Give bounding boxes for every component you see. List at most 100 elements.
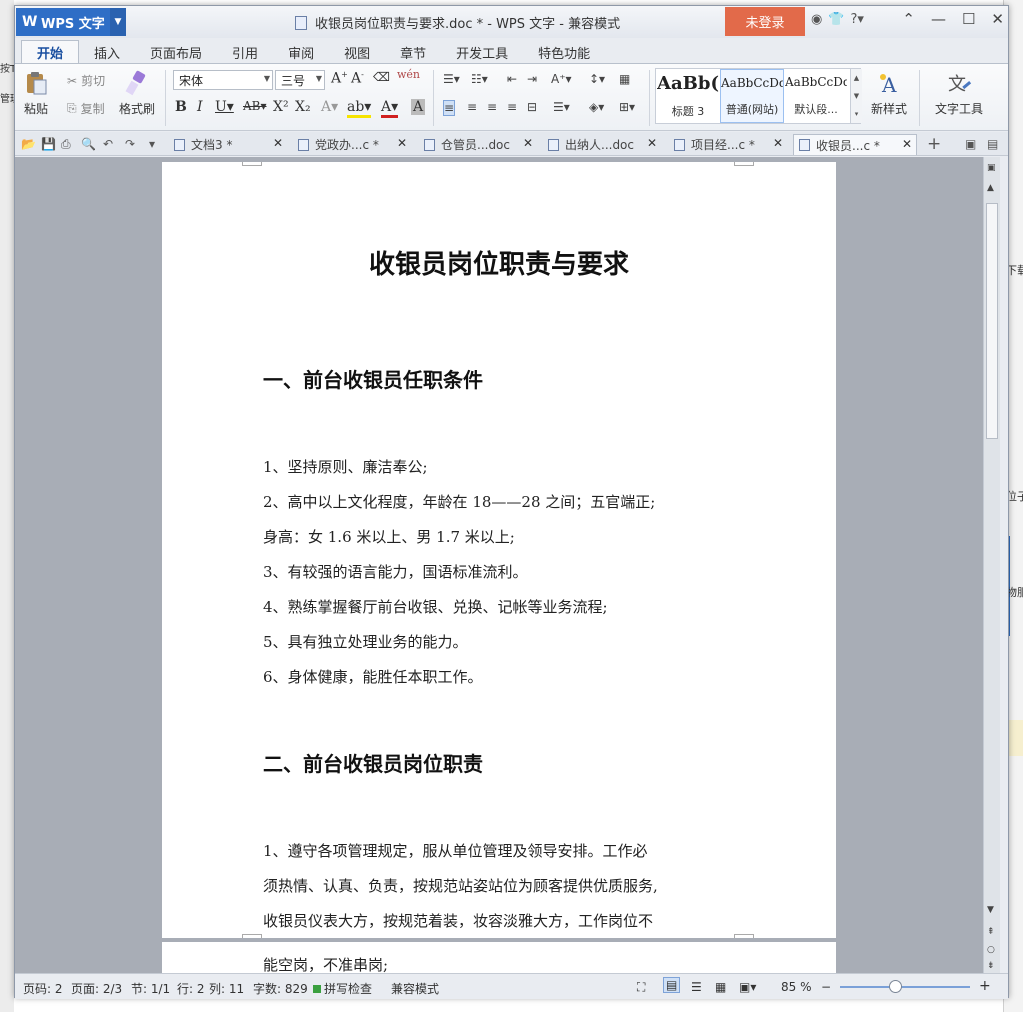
- status-col[interactable]: 列: 11: [209, 980, 244, 997]
- tab-list-icon[interactable]: ▣: [965, 137, 976, 151]
- web-view-icon[interactable]: ▦: [715, 980, 726, 994]
- paste-button[interactable]: 粘贴: [23, 64, 49, 117]
- paragraph-line[interactable]: 1、坚持原则、廉洁奉公;: [263, 456, 428, 477]
- char-shading-icon[interactable]: A: [411, 99, 426, 115]
- maximize-icon[interactable]: ☐: [962, 10, 975, 28]
- split-view-icon[interactable]: ▣: [987, 163, 996, 173]
- subscript-icon[interactable]: X₂: [295, 99, 311, 115]
- status-page[interactable]: 页码: 2: [23, 980, 63, 997]
- reading-view-icon[interactable]: ▣▾: [739, 980, 756, 994]
- paragraph-line[interactable]: 2、高中以上文化程度，年龄在 18——28 之间；五官端正;: [263, 491, 655, 512]
- table-icon[interactable]: ▦: [619, 72, 630, 86]
- page-view-icon[interactable]: ▤: [663, 977, 681, 993]
- close-icon[interactable]: ✕: [397, 136, 407, 150]
- scroll-up-icon[interactable]: ▲: [987, 183, 994, 193]
- paragraph-line[interactable]: 5、具有独立处理业务的能力。: [263, 631, 468, 652]
- zoom-slider-handle[interactable]: [889, 980, 902, 993]
- doc-tab[interactable]: 党政办...c * ✕: [293, 134, 411, 155]
- cut-button[interactable]: ✂ 剪切: [67, 72, 105, 89]
- print-preview-icon[interactable]: 🔍: [81, 137, 96, 151]
- tab-references[interactable]: 引用: [217, 40, 273, 64]
- line-spacing-icon[interactable]: ☰▾: [553, 100, 570, 114]
- tab-menu-icon[interactable]: ▤: [987, 137, 998, 151]
- previous-page-icon[interactable]: ⇞: [987, 927, 995, 937]
- tab-view[interactable]: 视图: [329, 40, 385, 64]
- skin-icon[interactable]: ◉: [811, 12, 822, 27]
- status-section[interactable]: 节: 1/1: [131, 980, 170, 997]
- decrease-indent-icon[interactable]: ⇤: [507, 72, 517, 86]
- section-heading[interactable]: 一、前台收银员任职条件: [263, 364, 483, 393]
- chinese-layout-icon[interactable]: A⁺▾: [551, 72, 572, 86]
- new-style-button[interactable]: A 新样式: [871, 64, 907, 117]
- section-heading[interactable]: 二、前台收银员岗位职责: [263, 748, 483, 777]
- superscript-icon[interactable]: X²: [273, 99, 289, 115]
- zoom-slider[interactable]: [840, 986, 970, 988]
- zoom-in-icon[interactable]: +: [979, 978, 991, 994]
- fit-page-icon[interactable]: ⛶: [637, 980, 645, 995]
- close-icon[interactable]: ✕: [273, 136, 283, 150]
- document-page-next[interactable]: 能空岗，不准串岗;: [162, 942, 836, 973]
- scrollbar-thumb[interactable]: [986, 203, 998, 439]
- increase-indent-icon[interactable]: ⇥: [527, 72, 537, 86]
- redo-icon[interactable]: ↷: [125, 137, 135, 151]
- minimize-icon[interactable]: —: [931, 10, 946, 28]
- collapse-ribbon-icon[interactable]: ⌃: [902, 10, 915, 28]
- tab-chapter[interactable]: 章节: [385, 40, 441, 64]
- style-normal-web[interactable]: AaBbCcDd 普通(网站): [720, 69, 784, 123]
- zoom-level[interactable]: 85 %: [781, 980, 812, 994]
- doc-tab[interactable]: 项目经...c * ✕: [669, 134, 787, 155]
- text-tools-button[interactable]: 文 文字工具: [935, 64, 983, 117]
- open-icon[interactable]: 📂: [21, 137, 36, 151]
- align-right-icon[interactable]: ≡: [487, 100, 497, 114]
- login-button[interactable]: 未登录: [725, 7, 805, 36]
- text-effect-icon[interactable]: A▾: [321, 99, 338, 115]
- chevron-up-icon[interactable]: ▲: [854, 74, 859, 82]
- close-icon[interactable]: ✕: [902, 137, 912, 151]
- expand-icon[interactable]: ▾: [855, 110, 859, 118]
- doc-tab[interactable]: 仓管员...doc ✕: [419, 134, 537, 155]
- tab-developer[interactable]: 开发工具: [441, 40, 523, 64]
- browse-object-icon[interactable]: ○: [987, 945, 995, 955]
- close-icon[interactable]: ✕: [991, 10, 1004, 28]
- paragraph-line[interactable]: 3、有较强的语言能力，国语标准流利。: [263, 561, 528, 582]
- outline-view-icon[interactable]: ☰: [691, 980, 702, 994]
- justify-icon[interactable]: ≡: [507, 100, 517, 114]
- doc-tab[interactable]: 文档3 * ✕: [169, 134, 287, 155]
- document-title[interactable]: 收银员岗位职责与要求: [162, 244, 836, 281]
- paragraph-line[interactable]: 须热情、认真、负责，按规范站姿站位为顾客提供优质服务,: [263, 875, 658, 896]
- scroll-down-icon[interactable]: ▼: [987, 905, 994, 915]
- paragraph-line[interactable]: 6、身体健康，能胜任本职工作。: [263, 666, 483, 687]
- spell-check-toggle[interactable]: 拼写检查: [313, 980, 372, 997]
- next-page-icon[interactable]: ⇟: [987, 961, 995, 971]
- highlight-icon[interactable]: ab▾: [347, 99, 372, 118]
- copy-button[interactable]: ⎘ 复制: [67, 100, 105, 117]
- numbered-list-icon[interactable]: ☷▾: [471, 72, 488, 86]
- underline-icon[interactable]: U▾: [215, 99, 234, 115]
- zoom-out-icon[interactable]: −: [821, 980, 831, 994]
- document-page[interactable]: 收银员岗位职责与要求 一、前台收银员任职条件 1、坚持原则、廉洁奉公; 2、高中…: [162, 162, 836, 938]
- clear-format-icon[interactable]: ⌫: [373, 70, 390, 84]
- new-tab-icon[interactable]: +: [927, 134, 941, 154]
- chevron-down-icon[interactable]: ▼: [854, 92, 859, 100]
- distribute-icon[interactable]: ⊟: [527, 100, 537, 114]
- sort-icon[interactable]: ↕▾: [589, 72, 605, 86]
- font-name-select[interactable]: 宋体 ▼: [173, 70, 273, 90]
- close-icon[interactable]: ✕: [647, 136, 657, 150]
- format-painter-button[interactable]: 格式刷: [119, 64, 155, 117]
- phonetic-icon[interactable]: wén: [397, 68, 420, 81]
- tab-review[interactable]: 审阅: [273, 40, 329, 64]
- style-gallery-scroll[interactable]: ▲ ▼ ▾: [850, 69, 862, 123]
- style-default-para[interactable]: AaBbCcDd 默认段...: [784, 69, 848, 123]
- status-pages[interactable]: 页面: 2/3: [71, 980, 122, 997]
- save-icon[interactable]: 💾: [41, 137, 56, 151]
- print-icon[interactable]: ⎙: [61, 137, 71, 152]
- doc-tab-active[interactable]: 收银员...c * ✕: [793, 134, 917, 155]
- shrink-font-icon[interactable]: A-: [351, 70, 364, 87]
- align-center-icon[interactable]: ≡: [467, 100, 477, 114]
- shirt-icon[interactable]: 👕: [828, 12, 844, 27]
- paragraph-line[interactable]: 1、遵守各项管理规定，服从单位管理及领导安排。工作必: [263, 840, 648, 861]
- bullet-list-icon[interactable]: ☰▾: [443, 72, 460, 86]
- italic-icon[interactable]: I: [197, 99, 203, 115]
- tab-page-layout[interactable]: 页面布局: [135, 40, 217, 64]
- chevron-down-icon[interactable]: ▼: [110, 8, 126, 36]
